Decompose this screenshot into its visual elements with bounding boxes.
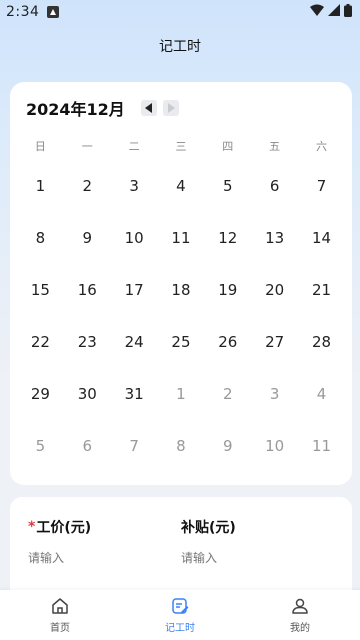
nav-item-mine[interactable]: 我的 [240, 590, 360, 640]
calendar-day[interactable]: 5 [204, 176, 251, 228]
calendar-day-next-month[interactable]: 6 [64, 436, 111, 488]
calendar-day[interactable]: 11 [158, 228, 205, 280]
weekday-label: 二 [128, 140, 140, 153]
calendar-day[interactable]: 2 [64, 176, 111, 228]
edit-note-icon [172, 598, 189, 614]
calendar-day[interactable]: 26 [204, 332, 251, 384]
status-time: 2:34 [6, 4, 40, 20]
status-right [310, 3, 352, 21]
required-mark: * [28, 519, 36, 535]
calendar-day[interactable]: 30 [64, 384, 111, 436]
calendar-day-next-month[interactable]: 10 [251, 436, 298, 488]
wage-field: * 工价(元) [28, 517, 158, 566]
calendar-day[interactable]: 14 [298, 228, 345, 280]
calendar-day[interactable]: 3 [111, 176, 158, 228]
calendar-day-next-month[interactable]: 8 [158, 436, 205, 488]
subsidy-label-text: 补贴(元) [181, 520, 236, 536]
calendar-day[interactable]: 10 [111, 228, 158, 280]
calendar-day[interactable]: 8 [17, 228, 64, 280]
wage-label: * 工价(元) [28, 517, 158, 537]
calendar-day-next-month[interactable]: 3 [251, 384, 298, 436]
weekday-label: 日 [34, 140, 46, 153]
caret-right-icon [167, 103, 175, 113]
calendar-day-next-month[interactable]: 11 [298, 436, 345, 488]
bottom-nav: 首页 记工时 我的 [0, 590, 360, 640]
calendar-card: 2024年12月 日 一 二 三 四 五 六 1 2 3 4 5 6 7 8 9… [10, 82, 352, 485]
calendar-day[interactable]: 23 [64, 332, 111, 384]
wifi-icon [310, 4, 324, 20]
calendar-day-next-month[interactable]: 1 [158, 384, 205, 436]
nav-label-mine: 我的 [290, 623, 310, 634]
subsidy-input[interactable] [181, 551, 311, 565]
calendar-day[interactable]: 19 [204, 280, 251, 332]
calendar-day[interactable]: 22 [17, 332, 64, 384]
nav-label-clock: 记工时 [165, 623, 195, 634]
nav-item-home[interactable]: 首页 [0, 590, 120, 640]
calendar-day[interactable]: 9 [64, 228, 111, 280]
calendar-day[interactable]: 28 [298, 332, 345, 384]
weekday-label: 一 [81, 140, 93, 153]
month-label: 2024年12月 [26, 100, 125, 119]
calendar-day[interactable]: 6 [251, 176, 298, 228]
calendar-day[interactable]: 1 [17, 176, 64, 228]
calendar-day-next-month[interactable]: 7 [111, 436, 158, 488]
calendar-day[interactable]: 21 [298, 280, 345, 332]
weekday-label: 六 [315, 140, 327, 153]
calendar-header: 2024年12月 [26, 96, 179, 120]
prev-month-button[interactable] [140, 100, 157, 116]
calendar-day-next-month[interactable]: 2 [204, 384, 251, 436]
calendar-day-next-month[interactable]: 5 [17, 436, 64, 488]
next-month-button[interactable] [162, 100, 179, 116]
calendar-day[interactable]: 12 [204, 228, 251, 280]
page-title: 记工时 [159, 39, 201, 55]
user-icon [292, 598, 308, 614]
subsidy-field: 补贴(元) [181, 517, 311, 566]
calendar-week: 15 16 17 18 19 20 21 [17, 280, 345, 332]
calendar-day-next-month[interactable]: 4 [298, 384, 345, 436]
calendar-week: 22 23 24 25 26 27 28 [17, 332, 345, 384]
calendar-day[interactable]: 16 [64, 280, 111, 332]
weekday-label: 五 [269, 140, 281, 153]
calendar-day[interactable]: 7 [298, 176, 345, 228]
calendar-day[interactable]: 29 [17, 384, 64, 436]
wage-label-text: 工价(元) [36, 520, 92, 536]
calendar-week: 1 2 3 4 5 6 7 [17, 176, 345, 228]
status-bar: 2:34 [0, 0, 360, 24]
nav-label-home: 首页 [50, 623, 70, 634]
battery-icon [344, 3, 352, 21]
wage-input[interactable] [28, 551, 158, 565]
status-left: 2:34 [6, 4, 60, 20]
weekday-row: 日 一 二 三 四 五 六 [17, 138, 345, 154]
calendar-day[interactable]: 27 [251, 332, 298, 384]
weekday-label: 四 [222, 140, 234, 153]
calendar-day[interactable]: 15 [17, 280, 64, 332]
calendar-day[interactable]: 20 [251, 280, 298, 332]
calendar-grid: 1 2 3 4 5 6 7 8 9 10 11 12 13 14 15 16 1… [17, 176, 345, 488]
calendar-day[interactable]: 17 [111, 280, 158, 332]
calendar-day[interactable]: 18 [158, 280, 205, 332]
calendar-week: 5 6 7 8 9 10 11 [17, 436, 345, 488]
calendar-day[interactable]: 25 [158, 332, 205, 384]
signal-icon [328, 4, 340, 20]
subsidy-label: 补贴(元) [181, 517, 311, 537]
calendar-day[interactable]: 31 [111, 384, 158, 436]
home-icon [52, 598, 68, 614]
nav-item-clock[interactable]: 记工时 [120, 590, 240, 640]
calendar-day[interactable]: 13 [251, 228, 298, 280]
weekday-label: 三 [175, 140, 187, 153]
calendar-week: 8 9 10 11 12 13 14 [17, 228, 345, 280]
calendar-day[interactable]: 24 [111, 332, 158, 384]
calendar-day-next-month[interactable]: 9 [204, 436, 251, 488]
caret-left-icon [144, 103, 152, 113]
calendar-week: 29 30 31 1 2 3 4 [17, 384, 345, 436]
notification-icon [47, 6, 60, 18]
calendar-day[interactable]: 4 [158, 176, 205, 228]
